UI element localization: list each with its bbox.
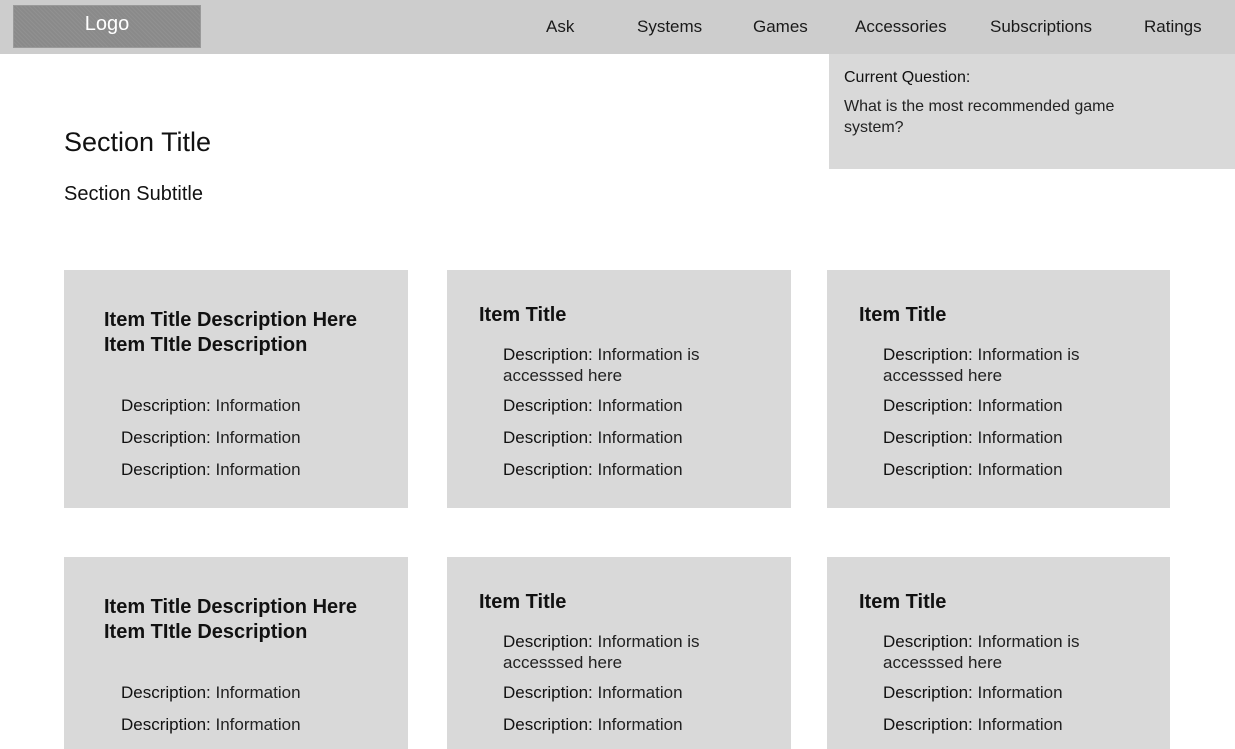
- item-card-row: Description: Information is accesssed he…: [883, 631, 1133, 673]
- current-question-text: What is the most recommended game system…: [844, 98, 1115, 136]
- item-card-row: Description: Information: [503, 395, 683, 416]
- item-card[interactable]: Item Title Description: Information is a…: [447, 557, 791, 749]
- item-card-row: Description: Information: [883, 459, 1063, 480]
- row-value: Information: [210, 460, 301, 479]
- row-value: Information: [592, 715, 683, 734]
- row-label: Description:: [883, 460, 973, 479]
- row-label: Description:: [883, 345, 973, 364]
- row-label: Description:: [503, 396, 593, 415]
- section-title: Section Title: [64, 127, 212, 157]
- row-value: Information: [592, 460, 683, 479]
- row-label: Description:: [503, 428, 593, 447]
- nav-item-ratings[interactable]: Ratings: [1144, 17, 1202, 37]
- current-question-panel: Current Question: What is the most recom…: [829, 54, 1235, 169]
- row-label: Description:: [121, 460, 211, 479]
- row-value: Information: [972, 683, 1063, 702]
- item-card-row: Description: Information: [121, 395, 301, 416]
- item-card-row: Description: Information: [503, 427, 683, 448]
- row-label: Description:: [883, 683, 973, 702]
- nav-item-subscriptions[interactable]: Subscriptions: [990, 17, 1092, 37]
- item-card-row: Description: Information: [121, 459, 301, 480]
- row-label: Description:: [883, 396, 973, 415]
- item-card-title: Item Title Description Here Item TItle D…: [104, 596, 358, 643]
- row-value: Information: [210, 428, 301, 447]
- row-label: Description:: [121, 683, 211, 702]
- row-value: Information: [210, 715, 301, 734]
- item-card-row: Description: Information: [121, 714, 301, 735]
- item-card[interactable]: Item Title Description: Information is a…: [827, 557, 1170, 749]
- item-card-row: Description: Information is accesssed he…: [503, 631, 753, 673]
- row-label: Description:: [503, 460, 593, 479]
- nav-item-games[interactable]: Games: [753, 17, 808, 37]
- row-label: Description:: [121, 396, 211, 415]
- row-label: Description:: [503, 683, 593, 702]
- item-card[interactable]: Item Title Description: Information is a…: [447, 270, 791, 508]
- nav-item-ask[interactable]: Ask: [546, 17, 574, 37]
- item-card-row: Description: Information: [883, 395, 1063, 416]
- row-value: Information: [972, 460, 1063, 479]
- logo[interactable]: Logo: [13, 5, 201, 48]
- item-card-row: Description: Information is accesssed he…: [883, 344, 1133, 386]
- item-card-row: Description: Information: [503, 459, 683, 480]
- item-card-title: Item Title Description Here Item TItle D…: [104, 309, 358, 356]
- row-value: Information: [210, 683, 301, 702]
- row-label: Description:: [503, 632, 593, 651]
- row-value: Information: [972, 715, 1063, 734]
- item-card-row: Description: Information: [121, 682, 301, 703]
- item-card-title: Item Title: [859, 304, 947, 326]
- row-value: Information: [972, 396, 1063, 415]
- row-label: Description:: [503, 345, 593, 364]
- nav-item-systems[interactable]: Systems: [637, 17, 702, 37]
- row-label: Description:: [883, 428, 973, 447]
- row-value: Information: [972, 428, 1063, 447]
- item-card-title: Item Title: [859, 591, 947, 613]
- item-card-row: Description: Information: [883, 682, 1063, 703]
- item-card-row: Description: Information: [883, 714, 1063, 735]
- item-card-row: Description: Information: [503, 682, 683, 703]
- item-card-row: Description: Information: [503, 714, 683, 735]
- current-question-label: Current Question:: [844, 69, 971, 86]
- item-card[interactable]: Item Title Description Here Item TItle D…: [64, 557, 408, 749]
- row-value: Information: [592, 683, 683, 702]
- item-card[interactable]: Item Title Description: Information is a…: [827, 270, 1170, 508]
- page: Logo Ask Systems Games Accessories Subsc…: [0, 0, 1235, 749]
- row-value: Information: [592, 428, 683, 447]
- nav-item-accessories[interactable]: Accessories: [855, 17, 947, 37]
- top-nav-bar: Logo Ask Systems Games Accessories Subsc…: [0, 0, 1235, 54]
- row-label: Description:: [883, 715, 973, 734]
- item-card-title: Item Title: [479, 304, 567, 326]
- item-card-row: Description: Information: [121, 427, 301, 448]
- item-card-title: Item Title: [479, 591, 567, 613]
- item-card-row: Description: Information is accesssed he…: [503, 344, 753, 386]
- item-card-row: Description: Information: [883, 427, 1063, 448]
- row-value: Information: [592, 396, 683, 415]
- row-label: Description:: [883, 632, 973, 651]
- section-subtitle: Section Subtitle: [64, 183, 203, 205]
- item-card[interactable]: Item Title Description Here Item TItle D…: [64, 270, 408, 508]
- row-label: Description:: [121, 715, 211, 734]
- row-label: Description:: [503, 715, 593, 734]
- row-label: Description:: [121, 428, 211, 447]
- row-value: Information: [210, 396, 301, 415]
